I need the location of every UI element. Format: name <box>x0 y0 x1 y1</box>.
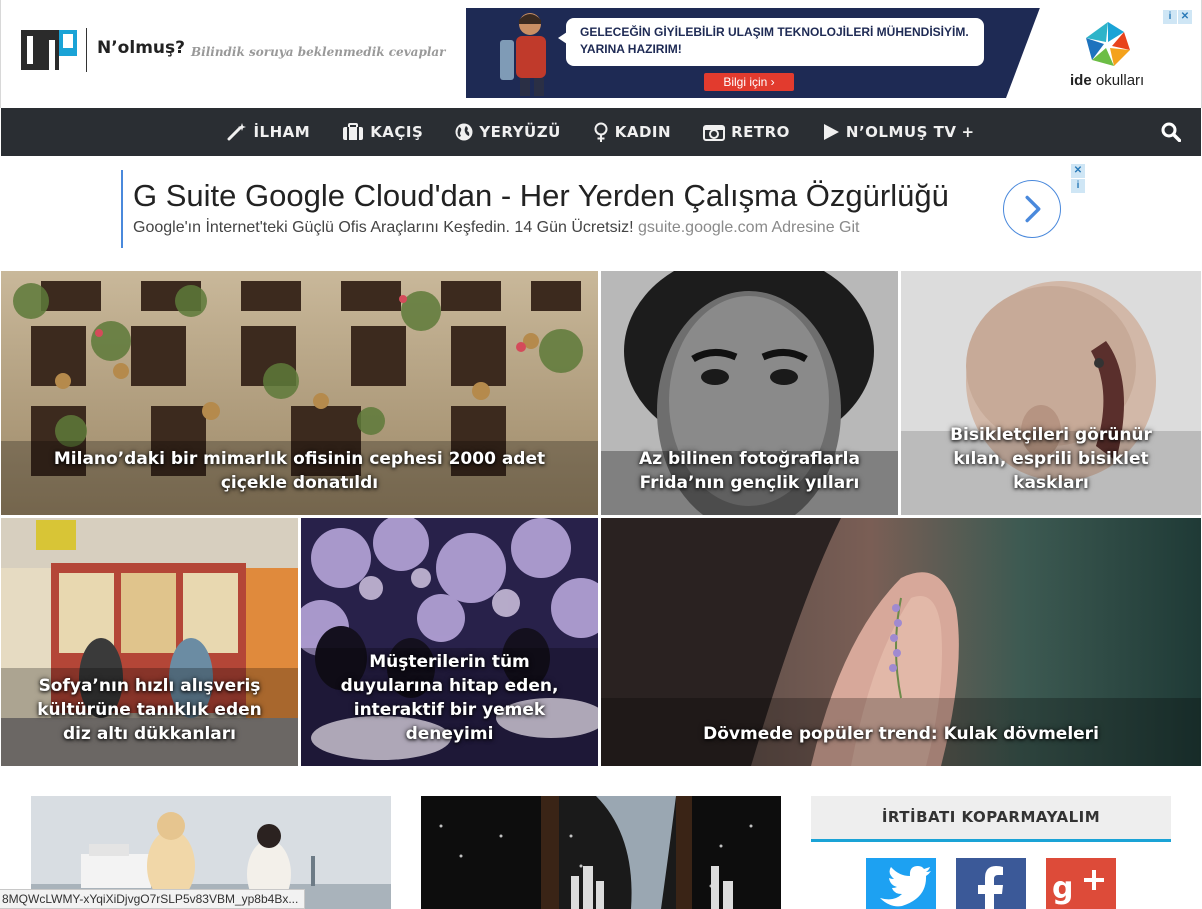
nav-item-label: KAÇIŞ <box>370 123 424 141</box>
article-caption[interactable]: Bisikletçileri görünür kılan, esprili bi… <box>901 423 1201 495</box>
browser-status-bar: 8MQWcLWMY-xYqiXiDjvgO7rSLP5v83VBM_yp8b4B… <box>0 889 306 909</box>
site-tagline: Bilindik soruya beklenmedik cevaplar <box>191 45 446 59</box>
ide-brand-rest: okulları <box>1095 72 1145 89</box>
article-tile-ear-tattoo[interactable]: Dövmede popüler trend: Kulak dövmeleri <box>601 518 1201 766</box>
text-ad-accent-bar <box>121 170 123 248</box>
article-tile-interactive-dining[interactable]: Müşterilerin tüm duyularına hitap eden, … <box>301 518 598 766</box>
ad-close-icon[interactable]: ✕ <box>1071 164 1085 178</box>
search-icon[interactable] <box>1161 122 1181 142</box>
nav-item-yeryuzu[interactable]: YERYÜZÜ <box>455 123 560 141</box>
nav-item-retro[interactable]: RETRO <box>703 123 790 141</box>
text-ad[interactable]: G Suite Google Cloud'dan - Her Yerden Ça… <box>121 164 1087 248</box>
site-name[interactable]: N’olmuş? <box>97 38 185 58</box>
sidebar-social-heading: İRTİBATI KOPARMAYALIM <box>811 796 1171 842</box>
main-navigation: İLHAM KAÇIŞ YERYÜZÜ KADIN RETRO N’OLMUŞ … <box>1 108 1201 156</box>
article-caption[interactable]: Müşterilerin tüm duyularına hitap eden, … <box>301 650 598 746</box>
nav-item-kadin[interactable]: KADIN <box>593 122 671 142</box>
article-caption[interactable]: Dövmede popüler trend: Kulak dövmeleri <box>601 722 1201 746</box>
chevron-right-circle-icon[interactable] <box>1003 180 1061 238</box>
suitcase-icon <box>343 123 364 140</box>
ad-line-2: YARINA HAZIRIM! <box>580 42 682 56</box>
sidebar-title: İRTİBATI KOPARMAYALIM <box>881 808 1101 826</box>
article-tile-milano[interactable]: Milano’daki bir mimarlık ofisinin cephes… <box>1 271 598 515</box>
facebook-icon[interactable] <box>956 858 1026 909</box>
ad-close-icon[interactable]: ✕ <box>1178 10 1192 24</box>
top-banner-ad[interactable]: GELECEĞİN GİYİLEBİLİR ULAŞIM TEKNOLOJİLE… <box>466 8 1194 98</box>
google-plus-icon[interactable]: g <box>1046 858 1116 909</box>
text-ad-description: Google'ın İnternet'teki Güçlü Ofis Araçl… <box>133 219 860 237</box>
nav-item-label: RETRO <box>731 123 790 141</box>
nav-item-label: YERYÜZÜ <box>479 123 561 141</box>
play-icon <box>823 124 839 140</box>
article-image <box>421 796 781 909</box>
nav-item-label: KADIN <box>614 123 672 141</box>
magic-wand-icon <box>227 123 247 141</box>
ide-brand-text: ide okulları <box>1070 72 1144 89</box>
nav-items: İLHAM KAÇIŞ YERYÜZÜ KADIN RETRO N’OLMUŞ … <box>1 108 1201 156</box>
nav-item-label: N’OLMUŞ TV <box>845 123 957 141</box>
female-icon <box>594 122 608 142</box>
nav-item-label: İLHAM <box>253 123 311 141</box>
page: N’olmuş? Bilindik soruya beklenmedik cev… <box>0 0 1202 909</box>
svg-text:g: g <box>1052 871 1073 906</box>
nav-item-ilham[interactable]: İLHAM <box>227 123 310 141</box>
site-logo-icon[interactable] <box>21 30 77 70</box>
logo-divider <box>86 28 87 72</box>
camera-icon <box>703 125 726 141</box>
text-ad-description-text: Google'ın İnternet'teki Güçlü Ofis Araçl… <box>133 219 634 236</box>
twitter-icon[interactable] <box>866 858 936 909</box>
article-tile-helmets[interactable]: Bisikletçileri görünür kılan, esprili bi… <box>901 271 1201 515</box>
article-caption[interactable]: Sofya’nın hızlı alışveriş kültürüne tanı… <box>1 674 298 746</box>
site-header: N’olmuş? Bilindik soruya beklenmedik cev… <box>0 0 1202 108</box>
article-tile-frida[interactable]: Az bilinen fotoğraflarla Frida’nın gençl… <box>601 271 898 515</box>
globe-icon <box>455 123 473 141</box>
nav-tv-plus: + <box>961 123 975 141</box>
ad-choices[interactable]: i ✕ <box>1163 10 1192 24</box>
text-ad-headline[interactable]: G Suite Google Cloud'dan - Her Yerden Ça… <box>133 178 949 214</box>
ad-line-1: GELECEĞİN GİYİLEBİLİR ULAŞIM TEKNOLOJİLE… <box>580 25 969 39</box>
chevron-right-icon: › <box>770 75 775 89</box>
ad-info-icon[interactable]: i <box>1071 179 1085 193</box>
text-ad-url[interactable]: gsuite.google.com Adresine Git <box>638 219 859 236</box>
ad-speech-bubble: GELECEĞİN GİYİLEBİLİR ULAŞIM TEKNOLOJİLE… <box>566 18 984 66</box>
ide-brand-bold: ide <box>1070 72 1092 89</box>
article-caption[interactable]: Az bilinen fotoğraflarla Frida’nın gençl… <box>601 447 898 495</box>
ide-brand-logo-icon <box>1086 22 1130 66</box>
article-thumb-night-city[interactable] <box>421 796 781 909</box>
nav-item-kacis[interactable]: KAÇIŞ <box>342 123 423 141</box>
article-tile-sofia[interactable]: Sofya’nın hızlı alışveriş kültürüne tanı… <box>1 518 298 766</box>
ad-info-button[interactable]: Bilgi için › <box>704 73 794 91</box>
ad-info-icon[interactable]: i <box>1163 10 1177 24</box>
article-caption[interactable]: Milano’daki bir mimarlık ofisinin cephes… <box>1 447 598 495</box>
nav-item-nolmus-tv[interactable]: N’OLMUŞ TV + <box>822 123 975 141</box>
ad-info-button-label: Bilgi için <box>723 75 768 89</box>
text-ad-choices[interactable]: ✕ i <box>1071 164 1085 193</box>
ad-person-illustration-icon <box>500 13 546 96</box>
